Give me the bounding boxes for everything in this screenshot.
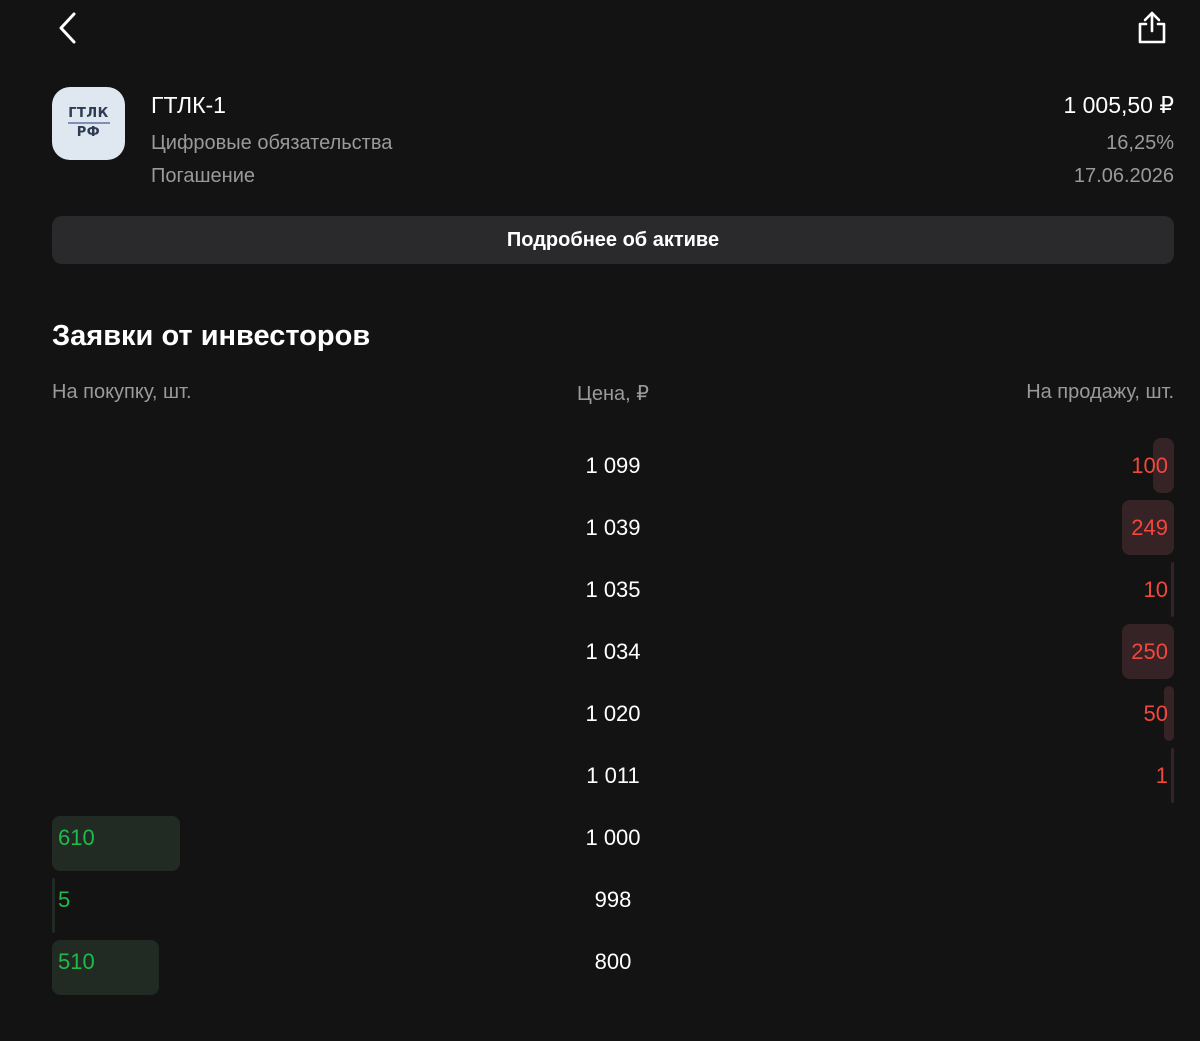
sell-quantity: 10 [1143, 577, 1168, 602]
asset-type: Цифровые обязательства [151, 132, 393, 154]
order-price: 998 [594, 887, 632, 912]
order-row: 5 998 [52, 870, 1174, 933]
sell-column-header: На продажу, шт. [1026, 381, 1174, 403]
asset-details-button[interactable]: Подробнее об активе [52, 216, 1174, 264]
order-price: 1 035 [585, 577, 641, 602]
order-row: 1 020 50 [52, 684, 1174, 746]
sell-quantity: 249 [1131, 515, 1168, 540]
order-row: 1 099 100 [52, 436, 1174, 498]
maturity-date: 17.06.2026 [1073, 165, 1174, 187]
order-row: 610 1 000 [52, 808, 1174, 871]
maturity-label: Погашение [151, 165, 255, 187]
sell-quantity: 1 [1155, 763, 1168, 788]
logo-text-bottom: РФ [76, 125, 101, 140]
order-row: 1 039 249 [52, 498, 1174, 560]
sell-quantity: 250 [1131, 639, 1168, 664]
asset-header: ГТЛК РФ ГТЛК-1 Цифровые обязательства По… [52, 86, 1174, 196]
back-button[interactable] [50, 8, 86, 48]
order-price: 800 [594, 949, 632, 974]
price-column-header: Цена, ₽ [577, 383, 649, 405]
order-price: 1 011 [586, 763, 640, 788]
order-price: 1 039 [585, 515, 641, 540]
order-price: 1 020 [585, 701, 641, 726]
asset-screen: ГТЛК РФ ГТЛК-1 Цифровые обязательства По… [0, 0, 1200, 1041]
share-icon [1138, 11, 1166, 44]
asset-price: 1 005,50 ₽ [1063, 92, 1174, 118]
order-row: 510 800 [52, 932, 1174, 995]
order-price: 1 034 [585, 639, 641, 664]
order-row: 1 034 250 [52, 622, 1174, 684]
share-button[interactable] [1132, 6, 1172, 48]
orders-title: Заявки от инвесторов [52, 320, 371, 352]
sell-quantity: 100 [1131, 453, 1168, 478]
sell-volume-bar [1171, 562, 1174, 617]
logo-divider [67, 122, 110, 124]
chevron-left-icon [59, 12, 76, 44]
asset-yield: 16,25% [1106, 132, 1174, 154]
order-price: 1 000 [585, 825, 641, 850]
asset-name: ГТЛК-1 [151, 92, 226, 118]
top-bar [0, 0, 1200, 60]
asset-logo: ГТЛК РФ [52, 87, 125, 160]
sell-volume-bar [1171, 748, 1174, 803]
order-book: 1 099 100 1 039 249 1 035 10 1 034 250 1 020 50 1 … [52, 436, 1174, 995]
logo-text-top: ГТЛК [68, 106, 109, 121]
order-price: 1 099 [585, 453, 641, 478]
order-row: 1 035 10 [52, 560, 1174, 622]
order-row: 1 011 1 [52, 746, 1174, 808]
sell-quantity: 50 [1143, 701, 1168, 726]
